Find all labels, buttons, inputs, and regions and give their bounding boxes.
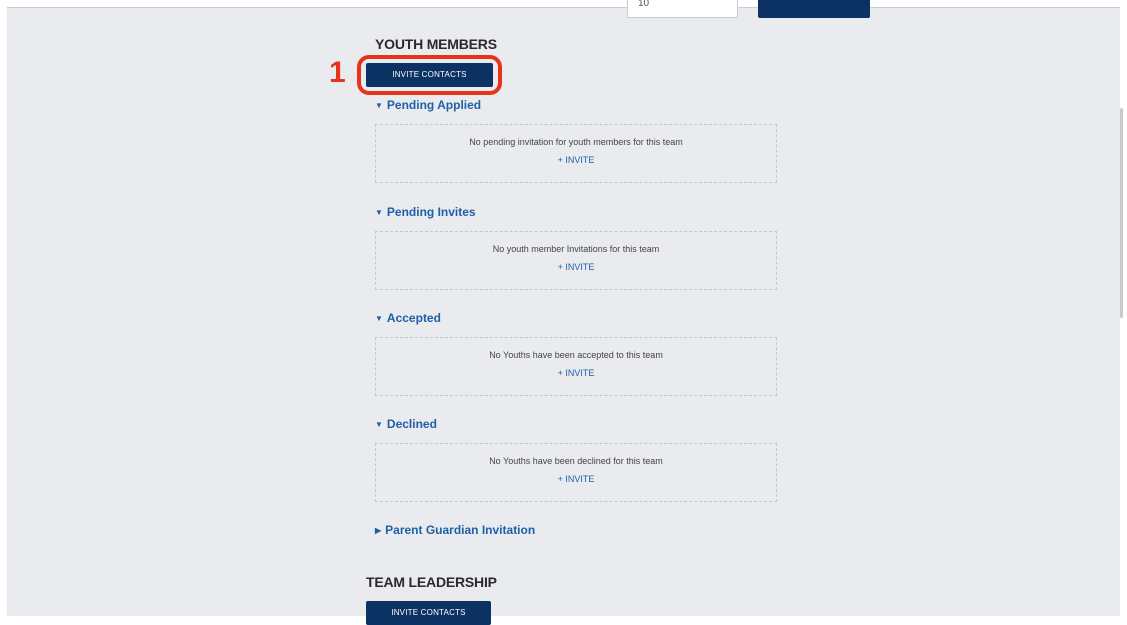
empty-state-pending-invites: No youth member Invitations for this tea… (375, 231, 777, 290)
group-declined[interactable]: ▼ Declined (375, 417, 437, 431)
invite-link[interactable]: + INVITE (376, 262, 776, 272)
group-pending-applied[interactable]: ▼ Pending Applied (375, 98, 481, 112)
caret-down-icon: ▼ (375, 101, 383, 110)
group-accepted[interactable]: ▼ Accepted (375, 311, 441, 325)
group-label: Parent Guardian Invitation (385, 523, 536, 537)
leadership-invite-contacts-button[interactable]: INVITE CONTACTS (366, 601, 491, 625)
group-label: Pending Applied (386, 98, 482, 112)
page-body (7, 8, 1120, 616)
scrollbar[interactable] (1120, 8, 1127, 616)
youth-members-title: YOUTH MEMBERS (375, 36, 497, 52)
caret-down-icon: ▼ (375, 314, 383, 323)
empty-state-accepted: No Youths have been accepted to this tea… (375, 337, 777, 396)
invite-link[interactable]: + INVITE (376, 155, 776, 165)
group-label: Declined (386, 417, 437, 431)
group-pending-invites[interactable]: ▼ Pending Invites (375, 205, 476, 219)
caret-down-icon: ▼ (375, 208, 383, 217)
empty-message: No pending invitation for youth members … (469, 137, 683, 147)
empty-state-pending-applied: No pending invitation for youth members … (375, 124, 777, 183)
caret-down-icon: ▼ (375, 420, 383, 429)
invite-link[interactable]: + INVITE (376, 368, 776, 378)
top-action-button[interactable] (758, 0, 870, 18)
empty-state-declined: No Youths have been declined for this te… (375, 443, 777, 502)
empty-message: No Youths have been accepted to this tea… (489, 350, 663, 360)
scrollbar-thumb[interactable] (1120, 108, 1123, 318)
invite-link[interactable]: + INVITE (376, 474, 776, 484)
group-parent-guardian-invitation[interactable]: ▶ Parent Guardian Invitation (375, 523, 535, 537)
page-size-input[interactable]: 10 (627, 0, 738, 18)
caret-right-icon: ▶ (375, 526, 382, 535)
team-leadership-title: TEAM LEADERSHIP (366, 574, 497, 590)
group-label: Pending Invites (386, 205, 476, 219)
annotation-number: 1 (329, 56, 346, 89)
group-label: Accepted (386, 311, 441, 325)
empty-message: No youth member Invitations for this tea… (492, 244, 660, 254)
youth-invite-contacts-button[interactable]: INVITE CONTACTS (366, 63, 493, 87)
empty-message: No Youths have been declined for this te… (489, 456, 663, 466)
top-edge (0, 0, 1127, 8)
